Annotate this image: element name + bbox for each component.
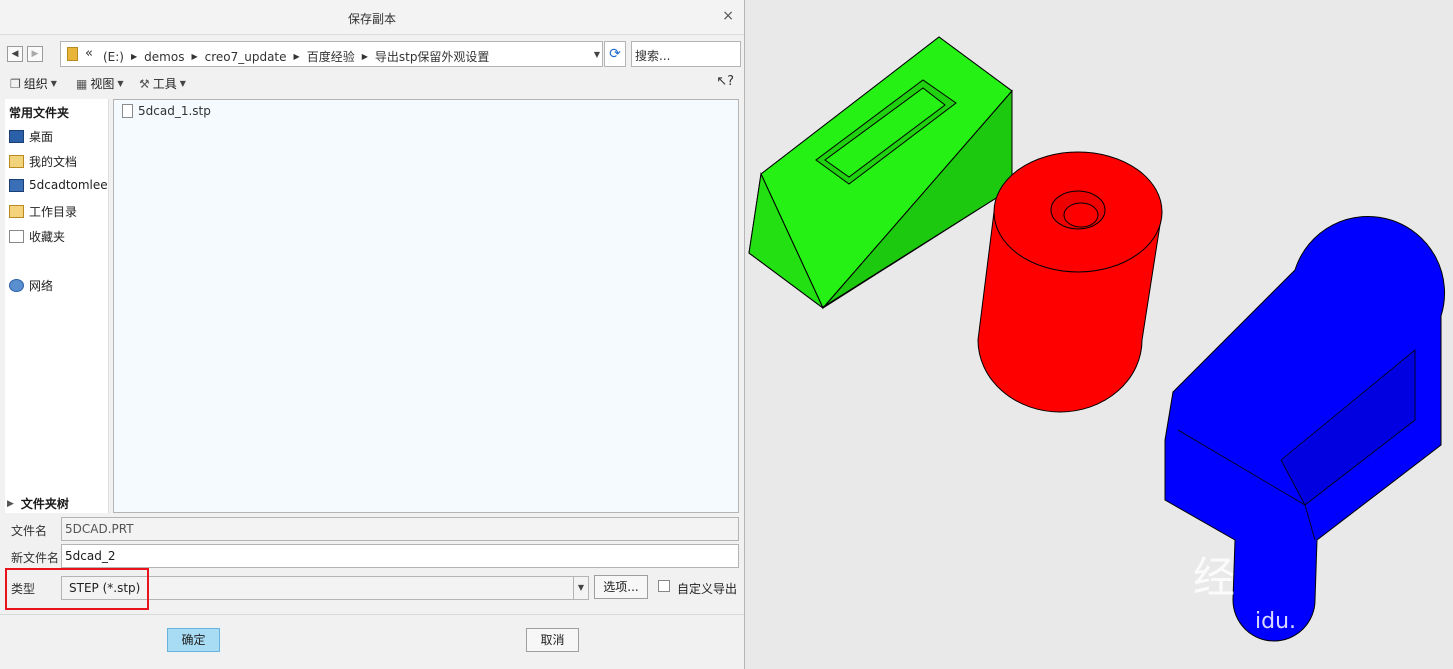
highlight-annotation-box: [5, 568, 149, 610]
chevron-down-icon: ▼: [179, 79, 186, 88]
list-item[interactable]: 5dcad_1.stp: [122, 104, 211, 118]
custom-export-checkbox[interactable]: [658, 580, 670, 592]
breadcrumb-separator-icon[interactable]: ▶: [191, 52, 197, 61]
navigation-bar: ◀ ▶ « (E:) ▶ demos ▶ creo7_update ▶ 百度经验…: [0, 40, 744, 68]
favorites-sidebar: 常用文件夹 桌面 我的文档 5dcadtomlee 工作目录 收藏夹 网络: [5, 99, 109, 513]
address-bar[interactable]: « (E:) ▶ demos ▶ creo7_update ▶ 百度经验 ▶ 导…: [60, 41, 603, 67]
sidebar-item-network[interactable]: 网络: [9, 277, 53, 294]
expand-triangle-icon: ▶: [7, 498, 14, 509]
watermark-glyph: 经: [1193, 553, 1235, 602]
sidebar-item-working-dir[interactable]: 工作目录: [9, 203, 77, 220]
sidebar-item-label: 我的文档: [29, 155, 78, 169]
toolbar: ❐ 组织 ▼ ▦ 视图 ▼ ⚒ 工具 ▼ ↖?: [0, 72, 744, 94]
help-pointer-icon[interactable]: ↖?: [716, 74, 734, 89]
file-icon: [122, 104, 133, 118]
tools-label: 工具: [152, 77, 177, 91]
ok-button[interactable]: 确定: [167, 628, 220, 652]
breadcrumb-item[interactable]: (E:): [103, 50, 124, 64]
organize-icon: ❐: [10, 76, 21, 91]
breadcrumb-item[interactable]: demos: [144, 50, 184, 64]
sidebar-item-label: 桌面: [29, 130, 54, 144]
title-bar: 保存副本 ×: [0, 0, 744, 35]
overflow-chevron[interactable]: «: [85, 46, 93, 61]
new-filename-label: 新文件名: [11, 551, 60, 565]
sidebar-item-label: 工作目录: [29, 205, 78, 219]
model-graphics: 经 idu.: [748, 36, 1446, 642]
forward-button[interactable]: ▶: [27, 46, 43, 62]
custom-export-label: 自定义导出: [677, 582, 738, 596]
working-dir-icon: [9, 205, 24, 218]
sidebar-item-label: 5dcadtomlee: [29, 178, 108, 192]
filename-field: 5DCAD.PRT: [61, 517, 739, 541]
close-icon[interactable]: ×: [722, 8, 734, 24]
view-grid-icon: ▦: [76, 76, 88, 91]
breadcrumb-separator-icon[interactable]: ▶: [131, 52, 137, 61]
sidebar-item-label: 收藏夹: [29, 230, 66, 244]
sidebar-item-documents[interactable]: 我的文档: [9, 153, 77, 170]
organize-label: 组织: [23, 77, 48, 91]
view-menu[interactable]: ▦ 视图 ▼: [76, 75, 124, 92]
sidebar-item-desktop[interactable]: 桌面: [9, 128, 53, 145]
cancel-button[interactable]: 取消: [526, 628, 579, 652]
red-cylinder-part: [977, 151, 1163, 413]
breadcrumb-separator-icon[interactable]: ▶: [362, 52, 368, 61]
options-button[interactable]: 选项...: [594, 575, 648, 599]
search-input[interactable]: 搜索...: [631, 41, 741, 67]
breadcrumb-item[interactable]: 导出stp保留外观设置: [375, 48, 490, 65]
new-filename-input[interactable]: 5dcad_2: [61, 544, 739, 568]
sidebar-header: 常用文件夹: [9, 106, 70, 120]
chevron-down-icon: ▼: [117, 79, 124, 88]
sidebar-item-computer[interactable]: 5dcadtomlee: [9, 178, 108, 192]
folder-tree-toggle[interactable]: ▶ 文件夹树: [7, 495, 69, 512]
model-viewport[interactable]: 经 idu.: [745, 0, 1453, 669]
breadcrumb-separator-icon[interactable]: ▶: [294, 52, 300, 61]
back-button[interactable]: ◀: [7, 46, 23, 62]
dialog-title: 保存副本: [347, 12, 396, 26]
save-copy-dialog: 保存副本 × ◀ ▶ « (E:) ▶ demos ▶ creo7_update…: [0, 0, 745, 669]
folder-icon: [67, 47, 78, 61]
refresh-icon[interactable]: ⟳: [604, 41, 626, 67]
green-block-part: [748, 36, 1013, 310]
breadcrumb-item[interactable]: 百度经验: [307, 48, 355, 65]
computer-icon: [9, 178, 24, 192]
chevron-down-icon[interactable]: ▼: [573, 577, 588, 599]
file-name: 5dcad_1.stp: [138, 104, 211, 118]
sidebar-item-label: 网络: [29, 279, 54, 293]
filename-label: 文件名: [11, 524, 48, 538]
desktop-icon: [9, 130, 24, 143]
tools-icon: ⚒: [139, 76, 150, 91]
organize-menu[interactable]: ❐ 组织 ▼: [10, 75, 57, 92]
divider: [0, 614, 744, 615]
documents-icon: [9, 155, 24, 168]
tools-menu[interactable]: ⚒ 工具 ▼: [139, 75, 186, 92]
file-list[interactable]: 5dcad_1.stp: [113, 99, 739, 513]
folder-tree-label: 文件夹树: [20, 497, 69, 511]
chevron-down-icon: ▼: [50, 79, 57, 88]
watermark-text: idu.: [1255, 609, 1296, 634]
help-label: ?: [727, 74, 734, 89]
address-dropdown-icon[interactable]: ▼: [594, 50, 600, 59]
breadcrumb: (E:) ▶ demos ▶ creo7_update ▶ 百度经验 ▶ 导出s…: [103, 48, 489, 65]
breadcrumb-item[interactable]: creo7_update: [205, 50, 287, 64]
view-label: 视图: [90, 77, 115, 91]
favorites-icon: [9, 230, 24, 243]
network-icon: [9, 279, 24, 292]
sidebar-item-favorites[interactable]: 收藏夹: [9, 228, 65, 245]
